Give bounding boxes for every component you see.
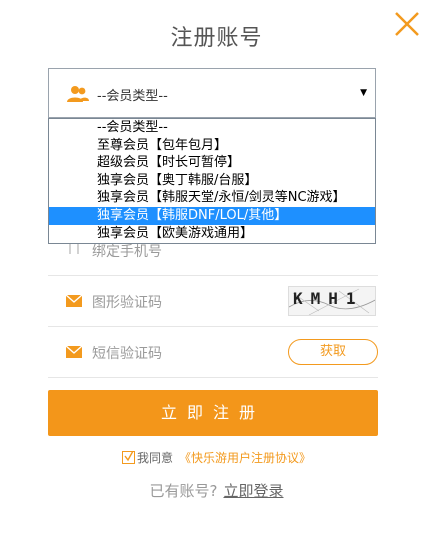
- agreement-link[interactable]: 《快乐游用户注册协议》: [179, 451, 311, 465]
- member-option[interactable]: 独享会员【韩服天堂/永恒/剑灵等NC游戏】: [49, 189, 375, 207]
- page-title: 注册账号: [170, 26, 263, 51]
- register-button[interactable]: 立即注册: [48, 390, 378, 436]
- member-option[interactable]: --会员类型--: [49, 119, 375, 137]
- envelope-icon: [66, 346, 82, 358]
- sms-code-input[interactable]: 短信验证码: [92, 343, 162, 363]
- member-option[interactable]: 独享会员【欧美游戏通用】: [49, 225, 375, 243]
- member-option[interactable]: 独享会员【奥丁韩服/台服】: [49, 172, 375, 190]
- member-type-selected: --会员类型--: [97, 89, 168, 104]
- member-option[interactable]: 至尊会员【包年包月】: [49, 137, 375, 155]
- agree-text: 我同意: [136, 451, 173, 465]
- close-button[interactable]: [393, 10, 421, 38]
- sms-row: 短信验证码 获取: [48, 327, 378, 378]
- login-link[interactable]: 立即登录: [223, 482, 283, 500]
- phone-input[interactable]: 绑定手机号: [92, 241, 162, 261]
- close-icon: [395, 12, 419, 36]
- login-line: 已有账号? 立即登录: [0, 480, 433, 501]
- have-account-text: 已有账号?: [149, 482, 218, 500]
- member-type-select[interactable]: --会员类型-- ▼: [48, 68, 376, 118]
- captcha-input[interactable]: 图形验证码: [92, 292, 162, 312]
- agreement-line: 我同意 《快乐游用户注册协议》: [0, 449, 433, 466]
- captcha-text: KMH1: [293, 289, 364, 308]
- dropdown-caret-icon: ▼: [360, 88, 367, 98]
- envelope-icon: [66, 295, 82, 307]
- captcha-image[interactable]: KMH1: [288, 286, 376, 316]
- users-icon: [67, 86, 89, 102]
- get-code-button[interactable]: 获取: [288, 339, 378, 365]
- agree-checkbox[interactable]: [121, 451, 135, 464]
- member-option-highlighted[interactable]: 独享会员【韩服DNF/LOL/其他】: [49, 206, 375, 225]
- member-option[interactable]: 超级会员【时长可暂停】: [49, 154, 375, 172]
- check-icon: [124, 451, 134, 462]
- member-type-dropdown: --会员类型-- 至尊会员【包年包月】 超级会员【时长可暂停】 独享会员【奥丁韩…: [48, 118, 376, 244]
- captcha-row: 图形验证码 KMH1: [48, 276, 378, 327]
